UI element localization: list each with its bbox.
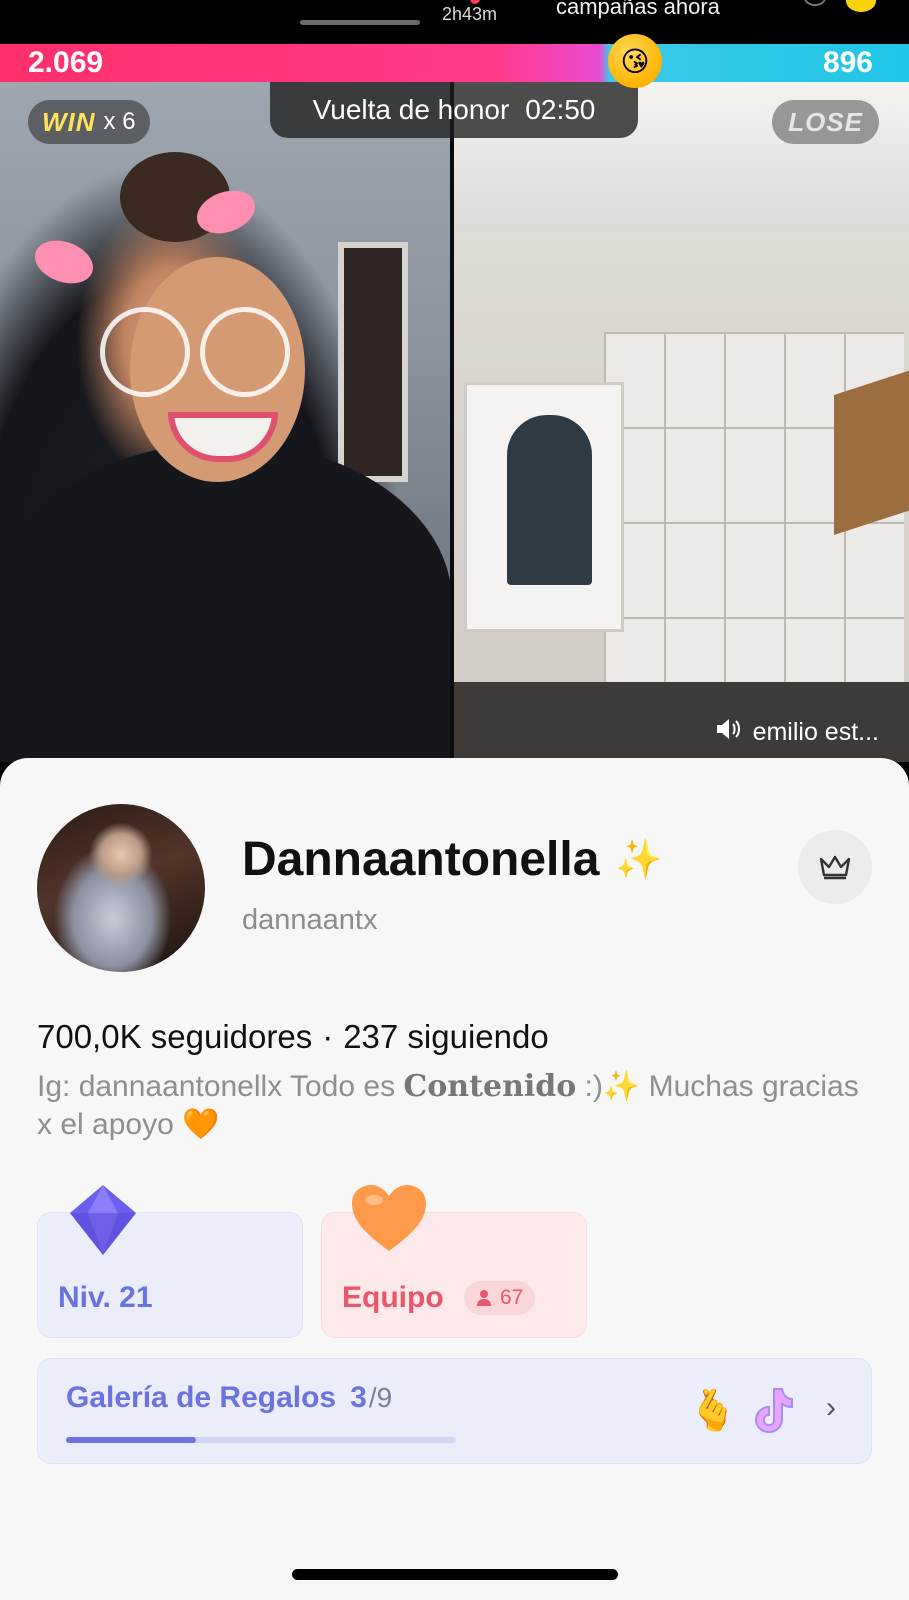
wood-shelf: [834, 369, 909, 535]
right-score: 896: [822, 46, 873, 79]
team-label: Equipo: [342, 1281, 444, 1314]
level-label: Niv. 21: [58, 1281, 153, 1314]
battle-video-area[interactable]: WIN x 6 Vuelta de honor 02:50 LOSE emili…: [0, 82, 909, 762]
handle-pill: [300, 20, 420, 25]
followers-count[interactable]: 700,0K seguidores: [37, 1018, 312, 1056]
gallery-progress-track: [66, 1437, 456, 1443]
profile-sheet: Dannaantonella ✨ dannaantx 700,0K seguid…: [0, 758, 909, 1600]
gallery-title-row: Galería de Regalos 3 /9: [66, 1381, 392, 1415]
chevron-right-icon[interactable]: ›: [826, 1391, 836, 1425]
diamond-icon: [70, 1185, 136, 1255]
crown-icon: [819, 855, 851, 880]
sparkles-icon: ✨: [615, 838, 663, 881]
username: dannaantx: [242, 904, 378, 936]
profile-name: Dannaantonella ✨: [242, 832, 663, 887]
finger-heart-gift-icon: 🫰: [688, 1389, 738, 1433]
kitchen-cabinet: [464, 382, 624, 632]
cabinet-glass: [507, 415, 592, 585]
status-bar: 2h43m campañas ahora: [0, 0, 909, 44]
background-door: [338, 242, 408, 482]
kiss-emoji-icon: 😘: [608, 34, 662, 88]
level-card[interactable]: Niv. 21: [37, 1185, 303, 1338]
following-count[interactable]: 237 siguiendo: [343, 1018, 549, 1056]
gallery-total: /9: [368, 1382, 393, 1413]
bow-filter: [28, 232, 100, 292]
opponent-name: emilio est...: [752, 717, 879, 746]
bio-prefix: Ig: dannaantonellx Todo es: [37, 1070, 396, 1103]
left-score: 2.069: [28, 46, 104, 79]
team-card[interactable]: Equipo 67: [321, 1185, 587, 1338]
win-multiplier: x 6: [103, 108, 136, 135]
home-indicator[interactable]: [292, 1569, 618, 1580]
timer-value: 02:50: [525, 94, 596, 125]
battle-timer: Vuelta de honor 02:50: [270, 82, 638, 138]
gallery-progress-fill: [66, 1437, 196, 1443]
display-name: Dannaantonella: [242, 833, 600, 886]
opponent-name-tag[interactable]: emilio est...: [715, 712, 879, 752]
coin-icon[interactable]: [846, 0, 876, 12]
win-badge: WIN x 6: [28, 100, 150, 144]
person-icon: [477, 1290, 491, 1306]
glasses-filter: [200, 307, 290, 397]
glasses-filter: [100, 307, 190, 397]
lose-badge: LOSE: [772, 100, 879, 144]
ring-icon: [804, 0, 826, 6]
campaign-text[interactable]: campañas ahora: [556, 0, 720, 20]
speaker-icon[interactable]: [715, 717, 741, 748]
tiktok-note-gift-icon: [754, 1388, 793, 1434]
bio-styled-word: 𝐂𝐨𝐧𝐭𝐞𝐧𝐢𝐝𝐨: [403, 1069, 577, 1104]
profile-bio: Ig: dannaantonellx Todo es 𝐂𝐨𝐧𝐭𝐞𝐧𝐢𝐝𝐨 :)✨…: [37, 1068, 877, 1144]
stats-separator: ·: [322, 1018, 334, 1055]
team-members-chip: 67: [464, 1281, 536, 1315]
gallery-collected: 3: [350, 1381, 367, 1414]
gallery-title: Galería de Regalos: [66, 1381, 337, 1414]
host-hoodie: [0, 442, 452, 762]
heart-icon: [352, 1185, 426, 1251]
win-label: WIN: [42, 106, 96, 137]
live-battle-screen: 2h43m campañas ahora 2.069 896 😘 WIN x 6…: [0, 0, 909, 1600]
stream-duration: 2h43m: [442, 4, 498, 24]
gift-gallery-card[interactable]: Galería de Regalos 3 /9 🫰 ›: [37, 1358, 872, 1464]
host-camera-feed[interactable]: [0, 82, 452, 762]
timer-label: Vuelta de honor: [312, 94, 510, 125]
follow-stats: 700,0K seguidores · 237 siguiendo: [37, 1018, 549, 1056]
crown-button[interactable]: [798, 830, 872, 904]
battle-score-bar: 2.069 896: [0, 44, 909, 82]
team-members-count: 67: [500, 1286, 524, 1309]
avatar[interactable]: [37, 804, 205, 972]
opponent-camera-feed[interactable]: [454, 82, 909, 762]
